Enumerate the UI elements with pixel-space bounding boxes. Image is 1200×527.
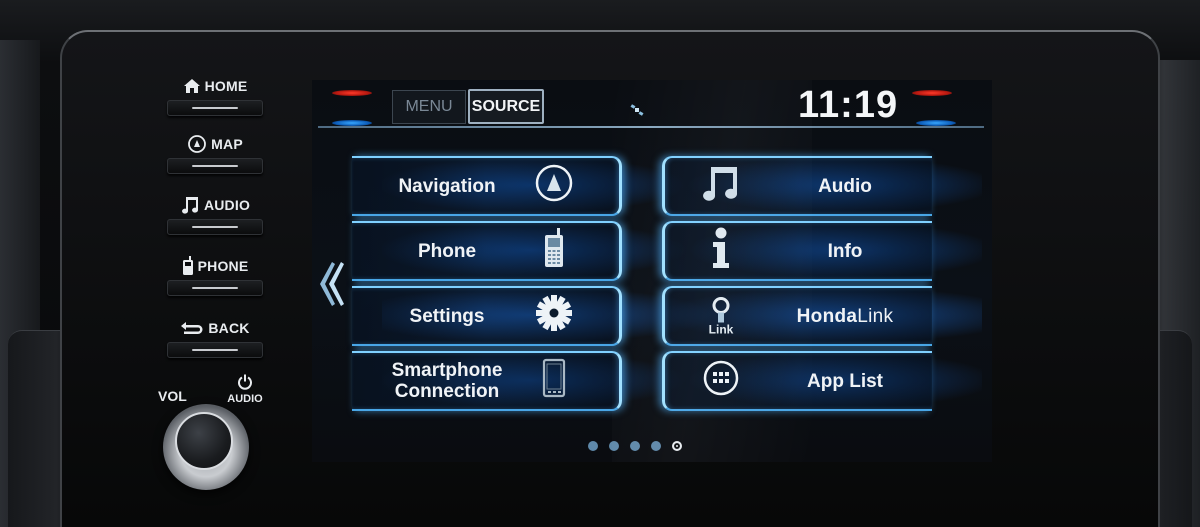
navigation-icon — [532, 163, 576, 209]
indicator-red-left — [332, 90, 372, 96]
cellphone-icon — [182, 256, 193, 275]
tile-navigation[interactable]: Navigation — [352, 156, 622, 216]
map-button-bar[interactable] — [167, 158, 263, 174]
music-note-icon — [699, 164, 743, 208]
clock: 11:19 — [798, 84, 899, 126]
phone-label: PHONE — [197, 258, 249, 274]
hard-button-back-label: BACK — [160, 318, 270, 338]
indicator-red-right — [912, 90, 952, 96]
audio-label: AUDIO — [203, 197, 251, 213]
power-audio-button[interactable]: AUDIO — [225, 374, 265, 405]
home-button-bar[interactable] — [167, 100, 263, 116]
tile-navigation-label: Navigation — [398, 175, 496, 197]
hard-button-map[interactable]: MAP — [160, 134, 270, 174]
double-chevron-left-icon[interactable] — [318, 260, 344, 308]
hard-button-home-label: HOME — [160, 76, 270, 96]
cellphone-icon — [532, 227, 576, 275]
volume-knob[interactable] — [163, 404, 249, 490]
app-grid-icon — [699, 359, 743, 403]
tile-app-list-label: App List — [807, 370, 883, 392]
home-icon — [183, 79, 200, 93]
hard-button-phone[interactable]: PHONE — [160, 256, 270, 296]
hondalink-icon-text: Link — [708, 322, 734, 337]
hondalink-icon: Link — [699, 297, 743, 336]
hondalink-label-light: Link — [857, 305, 894, 327]
home-label: HOME — [204, 78, 248, 94]
volume-knob-cap — [175, 412, 233, 470]
page-dot[interactable] — [630, 441, 640, 451]
tile-hondalink[interactable]: Link HondaLink — [662, 286, 932, 346]
power-audio-label: AUDIO — [227, 393, 263, 405]
hard-button-audio-label: AUDIO — [160, 195, 270, 215]
phone-button-bar[interactable] — [167, 280, 263, 296]
info-icon — [699, 227, 743, 275]
tile-phone[interactable]: Phone — [352, 221, 622, 281]
hard-button-audio[interactable]: AUDIO — [160, 195, 270, 235]
status-bar: MENU SOURCE 11:19 — [312, 80, 992, 128]
back-button-bar[interactable] — [167, 342, 263, 358]
tile-phone-label: Phone — [417, 240, 477, 262]
page-dot[interactable] — [609, 441, 619, 451]
tile-settings[interactable]: Settings — [352, 286, 622, 346]
tile-info-label: Info — [827, 240, 863, 262]
tile-smartphone-line2: Connection — [394, 381, 500, 402]
page-dot[interactable] — [588, 441, 598, 451]
menu-button[interactable]: MENU — [392, 90, 466, 124]
tile-app-list[interactable]: App List — [662, 351, 932, 411]
tile-audio-label: Audio — [818, 175, 872, 197]
audio-button-bar[interactable] — [167, 219, 263, 235]
tile-smartphone-connection[interactable]: Smartphone Connection — [352, 351, 622, 411]
tile-info[interactable]: Info — [662, 221, 932, 281]
touch-screen: MENU SOURCE 11:19 Navigation Phone Setti… — [312, 80, 992, 462]
music-note-icon — [181, 197, 198, 214]
page-dot-active[interactable] — [672, 441, 682, 451]
menu-tile-grid: Navigation Phone Settings Smartphone Con… — [352, 150, 992, 420]
hondalink-label-bold: Honda — [796, 305, 858, 327]
hard-button-phone-label: PHONE — [160, 256, 270, 276]
tile-audio[interactable]: Audio — [662, 156, 932, 216]
source-button[interactable]: SOURCE — [468, 89, 544, 124]
gear-icon — [532, 294, 576, 338]
hard-button-home[interactable]: HOME — [160, 76, 270, 116]
tile-hondalink-label: HondaLink — [755, 306, 935, 327]
compass-icon — [188, 135, 207, 153]
volume-label: VOL — [158, 388, 187, 404]
power-icon — [238, 374, 252, 390]
tile-smartphone-connection-label: Smartphone Connection — [352, 360, 542, 402]
satellite-icon — [630, 104, 644, 116]
smartphone-icon — [532, 358, 576, 404]
status-bar-divider — [318, 126, 984, 128]
tile-settings-label: Settings — [409, 305, 485, 327]
back-label: BACK — [208, 320, 250, 336]
page-indicator — [588, 441, 682, 451]
hard-button-map-label: MAP — [160, 134, 270, 154]
tile-smartphone-line1: Smartphone — [391, 360, 503, 381]
page-dot[interactable] — [651, 441, 661, 451]
back-arrow-icon — [181, 322, 203, 334]
map-label: MAP — [211, 136, 243, 152]
hard-button-back[interactable]: BACK — [160, 318, 270, 358]
